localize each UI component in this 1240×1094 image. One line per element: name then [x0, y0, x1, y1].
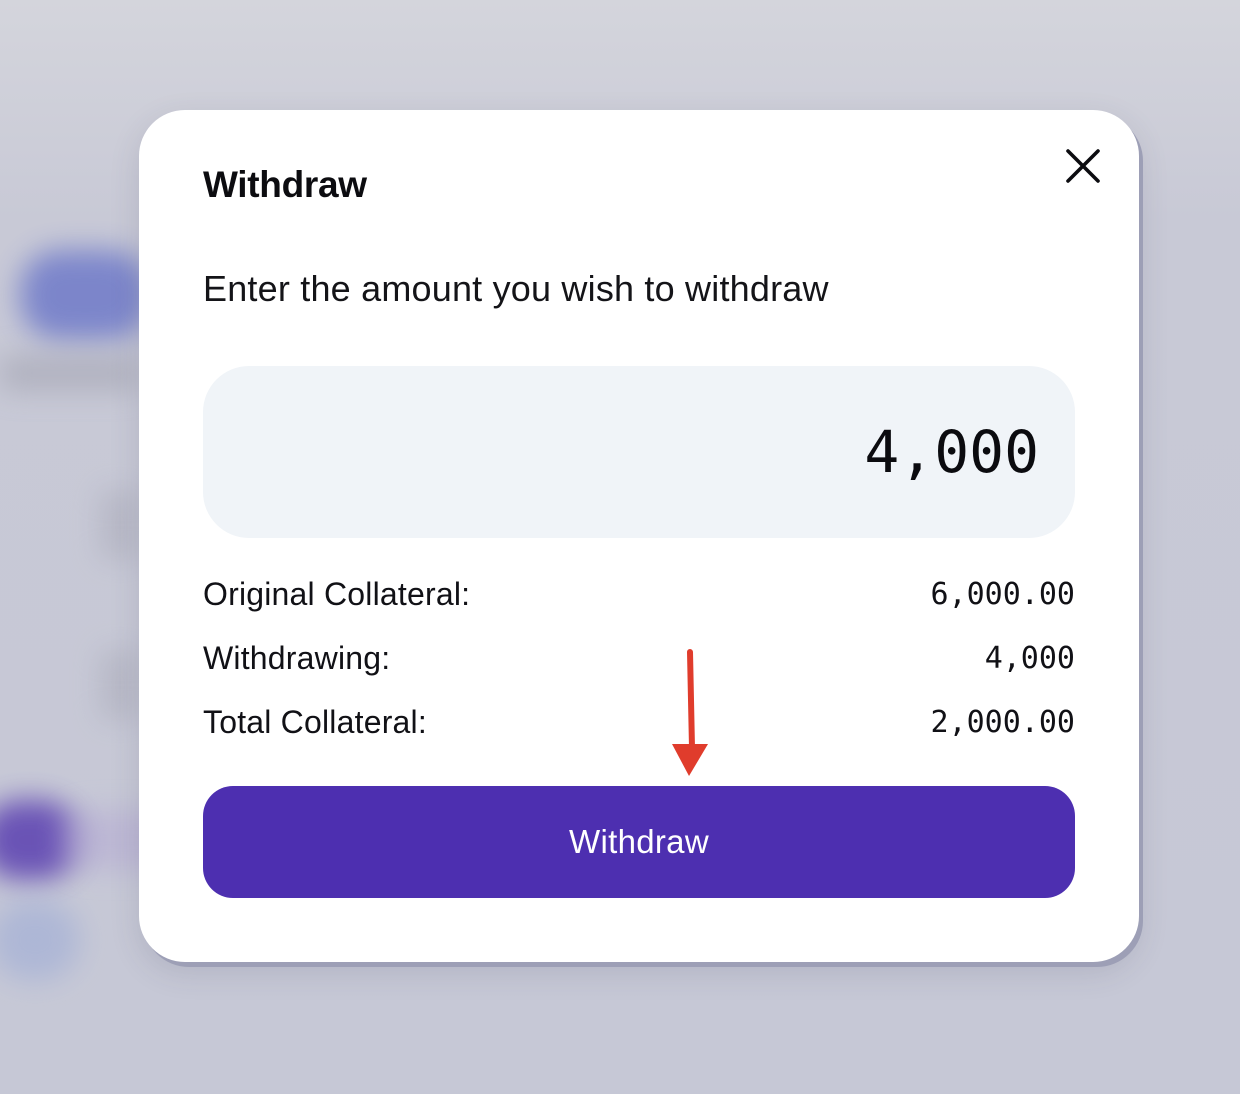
- background-blur-shape: [100, 490, 140, 560]
- withdraw-button[interactable]: Withdraw: [203, 786, 1075, 898]
- background-blur-shape: [0, 355, 140, 391]
- summary-row-original-collateral: Original Collateral: 6,000.00: [203, 574, 1075, 614]
- summary-value: 6,000.00: [930, 576, 1076, 612]
- close-icon: [1066, 149, 1100, 183]
- withdraw-prompt: Enter the amount you wish to withdraw: [203, 268, 829, 309]
- summary-row-total-collateral: Total Collateral: 2,000.00: [203, 702, 1075, 742]
- summary-value: 4,000: [984, 640, 1075, 676]
- amount-field-container: [203, 366, 1075, 538]
- withdraw-modal: Withdraw Enter the amount you wish to wi…: [139, 110, 1139, 962]
- summary-value: 2,000.00: [930, 704, 1076, 740]
- summary-row-withdrawing: Withdrawing: 4,000: [203, 638, 1075, 678]
- summary-label: Total Collateral:: [203, 703, 427, 740]
- summary-label: Original Collateral:: [203, 575, 471, 612]
- close-button[interactable]: [1059, 142, 1107, 190]
- amount-input[interactable]: [203, 366, 1075, 538]
- background-blur-shape: [0, 900, 80, 980]
- modal-title: Withdraw: [203, 164, 367, 205]
- background-blur-shape: [100, 650, 140, 720]
- summary-label: Withdrawing:: [203, 639, 391, 676]
- background-blur-shape: [20, 250, 150, 340]
